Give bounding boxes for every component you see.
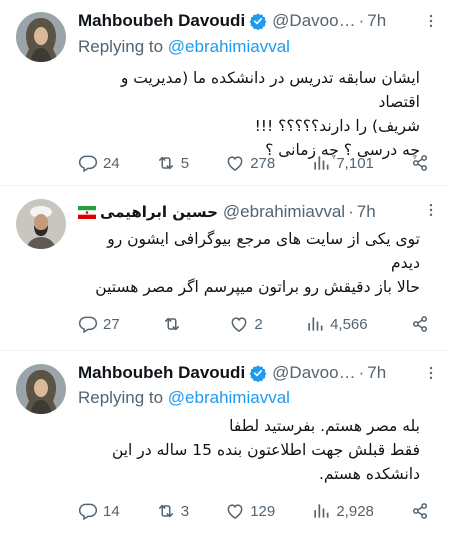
more-icon[interactable] <box>422 201 440 219</box>
like-icon <box>225 153 245 173</box>
avatar[interactable] <box>16 12 66 62</box>
tweet-text: ایشان سابقه تدریس در دانشکده ما (مدیریت … <box>80 66 420 162</box>
share-icon <box>410 153 430 173</box>
views-button[interactable]: 4,566 <box>305 314 368 334</box>
reply-icon <box>78 501 98 521</box>
like-button[interactable]: 2 <box>229 314 263 334</box>
verified-badge-icon <box>249 12 267 30</box>
views-icon <box>311 501 331 521</box>
share-icon <box>410 314 430 334</box>
author-handle[interactable]: @ebrahimiavval <box>223 202 345 222</box>
avatar[interactable] <box>16 364 66 414</box>
reply-button[interactable]: 27 <box>78 314 120 334</box>
reply-button[interactable]: 24 <box>78 153 120 173</box>
reply-icon <box>78 314 98 334</box>
retweet-button[interactable] <box>162 314 187 334</box>
separator-dot: · <box>358 11 365 30</box>
like-icon <box>229 314 249 334</box>
share-button[interactable] <box>410 501 430 521</box>
views-icon <box>311 153 331 173</box>
like-count: 129 <box>250 502 276 520</box>
retweet-icon <box>156 153 176 173</box>
divider <box>0 185 450 186</box>
author-name[interactable]: Mahboubeh Davoudi <box>78 363 245 383</box>
author-name[interactable]: Mahboubeh Davoudi <box>78 11 245 31</box>
views-count: 2,928 <box>336 502 374 520</box>
tweet-text: توی یکی از سایت های مرجع بیوگرافی ایشون … <box>80 227 420 299</box>
verified-badge-icon <box>249 364 267 382</box>
divider <box>0 350 450 351</box>
reply-button[interactable]: 14 <box>78 501 120 521</box>
replying-to-handle[interactable]: @ebrahimiavval <box>168 37 290 56</box>
tweet-text-line: بله مصر هستم. بفرستید لطفا <box>229 417 420 435</box>
replying-to: Replying to @ebrahimiavval <box>78 37 290 57</box>
like-button[interactable]: 129 <box>225 501 275 521</box>
share-icon <box>410 501 430 521</box>
more-icon[interactable] <box>422 364 440 382</box>
tweet-text-line: دیدم <box>391 254 420 272</box>
reply-count: 24 <box>103 154 120 172</box>
share-button[interactable] <box>410 314 430 334</box>
action-bar: 14 3 129 2,928 <box>78 499 430 523</box>
author-handle[interactable]: @Davoo… <box>272 11 355 31</box>
tweet-3[interactable]: Mahboubeh Davoudi @Davoo… · 7h Replying … <box>0 352 450 533</box>
like-count: 278 <box>250 154 276 172</box>
separator-dot: · <box>348 202 354 221</box>
tweet-text-line: توی یکی از سایت های مرجع بیوگرافی ایشون … <box>107 230 420 248</box>
views-icon <box>305 314 325 334</box>
tweet-text-line: دانشکده هستم. <box>318 465 420 483</box>
views-count: 7,101 <box>336 154 374 172</box>
tweet-time[interactable]: 7h <box>367 363 386 383</box>
replying-to: Replying to @ebrahimiavval <box>78 388 290 408</box>
reply-count: 27 <box>103 315 120 333</box>
separator-dot: · <box>358 363 365 382</box>
views-count: 4,566 <box>330 315 368 333</box>
more-icon[interactable] <box>422 12 440 30</box>
tweet-2[interactable]: حسین ابراهیمی @ebrahimiavval · 7h توی یک… <box>0 187 450 347</box>
tweet-text-line: شریف) را دارند؟؟؟؟؟ !!! <box>254 117 420 135</box>
retweet-count: 3 <box>180 502 190 520</box>
author-handle[interactable]: @Davoo… <box>272 363 355 383</box>
tweet-time[interactable]: 7h <box>357 202 376 222</box>
action-bar: 27 2 4,566 <box>78 312 430 336</box>
replying-to-prefix: Replying to <box>78 388 164 407</box>
views-button[interactable]: 2,928 <box>311 501 374 521</box>
tweet-text: بله مصر هستم. بفرستید لطفا فقط قبلش جهت … <box>80 414 420 486</box>
tweet-1[interactable]: Mahboubeh Davoudi @Davoo… · 7h Replying … <box>0 0 450 178</box>
tweet-text-line: فقط قبلش جهت اطلاعتون بنده 15 ساله در ای… <box>111 441 420 459</box>
tweet-text-line: حالا باز دقیقش رو براتون میپرسم اگر مصر … <box>95 278 420 296</box>
replying-to-prefix: Replying to <box>78 37 164 56</box>
replying-to-handle[interactable]: @ebrahimiavval <box>168 388 290 407</box>
like-count: 2 <box>254 315 263 333</box>
retweet-icon <box>162 314 182 334</box>
retweet-icon <box>156 501 176 521</box>
views-button[interactable]: 7,101 <box>311 153 374 173</box>
reply-icon <box>78 153 98 173</box>
avatar[interactable] <box>16 199 66 249</box>
iran-flag-icon <box>78 205 96 219</box>
retweet-button[interactable]: 5 <box>156 153 189 173</box>
reply-count: 14 <box>103 502 120 520</box>
author-name[interactable]: حسین ابراهیمی <box>100 203 218 221</box>
retweet-button[interactable]: 3 <box>156 501 189 521</box>
action-bar: 24 5 278 7,101 <box>78 151 430 175</box>
tweet-time[interactable]: 7h <box>367 11 386 31</box>
like-icon <box>225 501 245 521</box>
share-button[interactable] <box>410 153 430 173</box>
tweet-text-line: ایشان سابقه تدریس در دانشکده ما (مدیریت … <box>120 69 420 111</box>
like-button[interactable]: 278 <box>225 153 275 173</box>
retweet-count: 5 <box>180 154 190 172</box>
